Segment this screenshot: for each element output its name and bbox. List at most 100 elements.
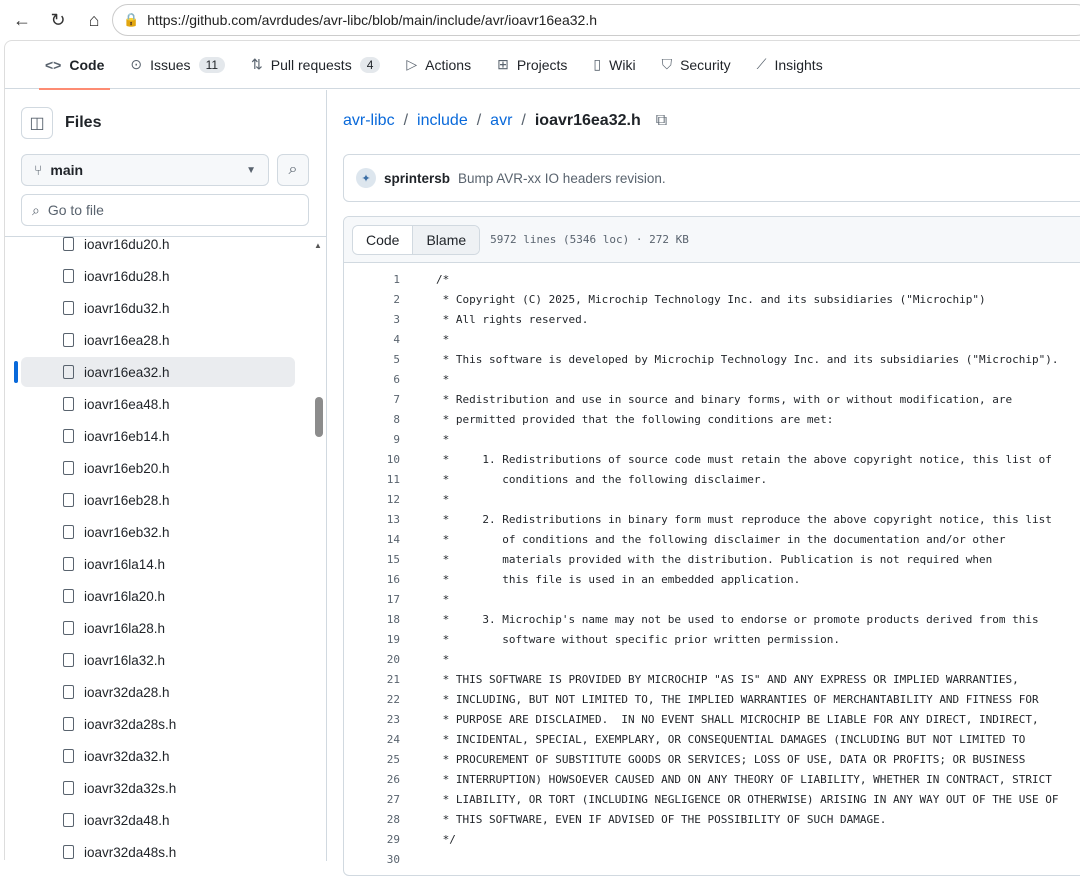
file-tree-item[interactable]: ioavr16eb14.h — [21, 421, 295, 451]
code-line: 1 /* — [344, 269, 1080, 289]
line-number[interactable]: 13 — [344, 513, 400, 526]
line-number[interactable]: 15 — [344, 553, 400, 566]
scroll-up-icon[interactable]: ▲ — [314, 241, 322, 250]
file-icon — [63, 429, 74, 443]
avatar[interactable]: ✦ — [356, 168, 376, 188]
line-number[interactable]: 12 — [344, 493, 400, 506]
file-icon — [63, 749, 74, 763]
collapse-sidebar-icon[interactable]: ◫ — [21, 107, 53, 139]
file-name: ioavr16ea32.h — [84, 364, 170, 380]
tab-security[interactable]: ⛉ Security — [652, 41, 741, 89]
line-number[interactable]: 21 — [344, 673, 400, 686]
book-icon: ▯ — [593, 56, 602, 72]
breadcrumb-include[interactable]: include — [417, 112, 468, 130]
line-number[interactable]: 16 — [344, 573, 400, 586]
line-number[interactable]: 25 — [344, 753, 400, 766]
code-line: 17 * — [344, 589, 1080, 609]
tab-blame[interactable]: Blame — [413, 225, 480, 254]
copy-path-icon[interactable]: ⧉ — [656, 112, 667, 130]
line-number[interactable]: 26 — [344, 773, 400, 786]
line-number[interactable]: 6 — [344, 373, 400, 386]
file-icon — [63, 397, 74, 411]
line-number[interactable]: 24 — [344, 733, 400, 746]
file-tree-item[interactable]: ioavr16la28.h — [21, 613, 295, 643]
go-to-file-input[interactable]: ⌕ Go to file — [21, 194, 309, 226]
line-number[interactable]: 30 — [344, 853, 400, 866]
line-number[interactable]: 9 — [344, 433, 400, 446]
file-icon — [63, 813, 74, 827]
file-tree-item[interactable]: ioavr16ea32.h — [21, 357, 295, 387]
line-number[interactable]: 28 — [344, 813, 400, 826]
tab-insights[interactable]: ⟋ Insights — [747, 41, 833, 89]
count-badge: 11 — [198, 56, 226, 73]
tab-code[interactable]: Code — [353, 225, 414, 254]
file-tree-item[interactable]: ioavr32da48.h — [21, 805, 295, 835]
breadcrumb-repo[interactable]: avr-libc — [343, 112, 395, 130]
scrollbar-thumb[interactable] — [315, 397, 323, 437]
file-tree-item[interactable]: ioavr16du20.h — [21, 237, 295, 259]
file-tree-item[interactable]: ioavr16la20.h — [21, 581, 295, 611]
file-icon — [63, 653, 74, 667]
line-number[interactable]: 8 — [344, 413, 400, 426]
file-tree-item[interactable]: ioavr16du32.h — [21, 293, 295, 323]
file-tree-item[interactable]: ioavr16ea48.h — [21, 389, 295, 419]
line-number[interactable]: 1 — [344, 273, 400, 286]
line-number[interactable]: 22 — [344, 693, 400, 706]
address-bar[interactable]: 🔒 https://github.com/avrdudes/avr-libc/b… — [112, 4, 1080, 36]
line-number[interactable]: 11 — [344, 473, 400, 486]
search-button[interactable]: ⌕ — [277, 154, 309, 186]
line-number[interactable]: 27 — [344, 793, 400, 806]
line-number[interactable]: 10 — [344, 453, 400, 466]
file-tree-item[interactable]: ioavr32da48s.h — [21, 837, 295, 861]
file-name: ioavr32da32s.h — [84, 780, 177, 796]
line-number[interactable]: 29 — [344, 833, 400, 846]
file-tree-item[interactable]: ioavr16eb28.h — [21, 485, 295, 515]
line-text: * 1. Redistributions of source code must… — [436, 452, 1052, 466]
line-number[interactable]: 7 — [344, 393, 400, 406]
line-number[interactable]: 17 — [344, 593, 400, 606]
line-number[interactable]: 4 — [344, 333, 400, 346]
file-tree-sidebar: ◫ Files ⑂ main ▼ ⌕ ⌕ Go to file ▲ ioavr1… — [5, 90, 327, 861]
file-tree-item[interactable]: ioavr16du28.h — [21, 261, 295, 291]
line-number[interactable]: 5 — [344, 353, 400, 366]
file-tree-item[interactable]: ioavr16eb20.h — [21, 453, 295, 483]
tab-code[interactable]: <> Code — [35, 41, 114, 90]
code-box: Code Blame 5972 lines (5346 loc) · 272 K… — [343, 216, 1080, 876]
code-line: 20 * — [344, 649, 1080, 669]
branch-icon: ⑂ — [34, 162, 43, 178]
line-number[interactable]: 19 — [344, 633, 400, 646]
line-number[interactable]: 3 — [344, 313, 400, 326]
file-tree-item[interactable]: ioavr32da28s.h — [21, 709, 295, 739]
commit-message[interactable]: Bump AVR-xx IO headers revision. — [458, 171, 666, 186]
file-tree-item[interactable]: ioavr32da28.h — [21, 677, 295, 707]
line-number[interactable]: 20 — [344, 653, 400, 666]
commit-author[interactable]: sprintersb — [384, 171, 450, 186]
file-tree-item[interactable]: ioavr16la32.h — [21, 645, 295, 675]
line-text: * 3. Microchip's name may not be used to… — [436, 612, 1039, 626]
branch-selector[interactable]: ⑂ main ▼ — [21, 154, 269, 186]
tab-issues[interactable]: ⊙ Issues 11 — [120, 41, 235, 89]
file-tree-item[interactable]: ioavr32da32s.h — [21, 773, 295, 803]
line-text: * 2. Redistributions in binary form must… — [436, 512, 1052, 526]
back-icon[interactable]: ← — [4, 10, 40, 31]
home-icon[interactable]: ⌂ — [76, 10, 112, 31]
line-number[interactable]: 23 — [344, 713, 400, 726]
file-tree-item[interactable]: ioavr16ea28.h — [21, 325, 295, 355]
file-icon — [63, 333, 74, 347]
line-number[interactable]: 14 — [344, 533, 400, 546]
file-tree-item[interactable]: ioavr32da32.h — [21, 741, 295, 771]
line-number[interactable]: 2 — [344, 293, 400, 306]
tab-wiki[interactable]: ▯ Wiki — [583, 41, 645, 89]
lock-icon: 🔒 — [123, 12, 140, 27]
tab-actions[interactable]: ▷ Actions — [396, 41, 481, 89]
chevron-down-icon: ▼ — [246, 164, 256, 176]
file-tree-item[interactable]: ioavr16eb32.h — [21, 517, 295, 547]
file-tree-item[interactable]: ioavr16la14.h — [21, 549, 295, 579]
file-icon — [63, 365, 74, 379]
reload-icon[interactable]: ↻ — [40, 10, 76, 31]
line-number[interactable]: 18 — [344, 613, 400, 626]
tab-pull-requests[interactable]: ⇅ Pull requests 4 — [241, 41, 390, 89]
tab-projects[interactable]: ⊞ Projects — [487, 41, 577, 89]
file-icon — [63, 621, 74, 635]
breadcrumb-avr[interactable]: avr — [490, 112, 512, 130]
